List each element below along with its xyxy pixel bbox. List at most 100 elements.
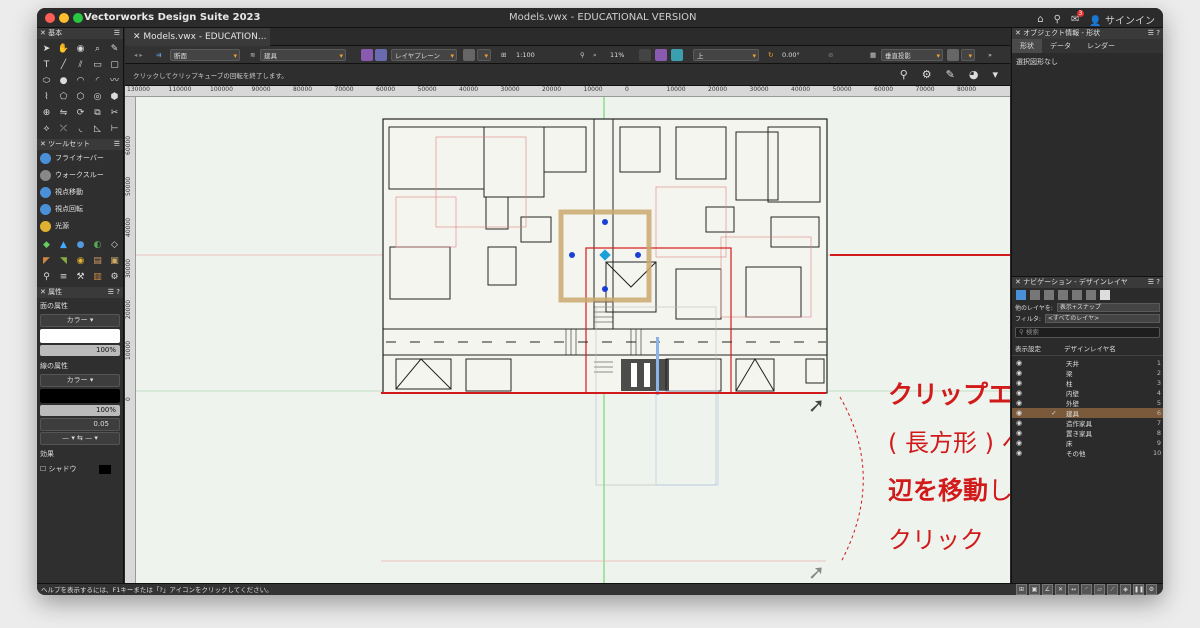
rotate-tool-icon[interactable]: ⟳ bbox=[73, 106, 88, 120]
clip-tool-icon[interactable]: ✂ bbox=[107, 106, 122, 120]
site-planning-icon[interactable]: ◥ bbox=[56, 254, 71, 268]
water-icon[interactable]: ▲ bbox=[56, 238, 71, 252]
render-mode-dropdown[interactable] bbox=[961, 49, 975, 62]
working-plane-icon[interactable] bbox=[463, 49, 475, 61]
zoom-tool-icon[interactable]: ⚲ bbox=[900, 68, 908, 81]
snap-pause-icon[interactable]: ❚❚ bbox=[1133, 584, 1144, 595]
drawing-canvas[interactable]: ➚ ➚ クリップエリア ( 長方形 ) へ 辺を移動して クリック bbox=[136, 97, 1010, 583]
nav-references-icon[interactable] bbox=[1072, 290, 1082, 300]
freehand-tool-icon[interactable]: 〰 bbox=[107, 74, 122, 88]
projection-dropdown[interactable]: 垂直投影 bbox=[881, 49, 943, 62]
snap-grid-icon[interactable]: ⊞ bbox=[1016, 584, 1027, 595]
visualization-icon[interactable]: ◐ bbox=[90, 238, 105, 252]
trim-tool-icon[interactable]: ⊢ bbox=[107, 122, 122, 136]
layer-row[interactable]: ◉ 外壁 5 bbox=[1012, 398, 1163, 408]
oval-tool-icon[interactable]: ⬭ bbox=[39, 74, 54, 88]
other-layers-dropdown[interactable]: 表示+スナップ bbox=[1056, 303, 1160, 312]
pan-tool-icon[interactable]: ✋ bbox=[56, 42, 71, 56]
shadow-color-swatch[interactable] bbox=[98, 464, 111, 474]
rectangle-tool-icon[interactable]: ▭ bbox=[90, 58, 105, 72]
nav-classes-icon[interactable] bbox=[1030, 290, 1040, 300]
line-weight-dropdown[interactable]: 0.05 bbox=[40, 418, 120, 431]
shadow-row[interactable]: ☐ シャドウ bbox=[37, 461, 123, 476]
pencil-icon[interactable]: ✎ bbox=[946, 68, 955, 81]
snap-angle-icon[interactable]: ∠ bbox=[1042, 584, 1053, 595]
document-tab[interactable]: ✕ Models.vwx - EDUCATION... bbox=[125, 28, 270, 46]
snap-intersection-icon[interactable]: ✕ bbox=[1055, 584, 1066, 595]
regular-polygon-tool-icon[interactable]: ⬢ bbox=[107, 90, 122, 104]
class-dropdown[interactable]: 建具 bbox=[260, 49, 346, 62]
cabinet-icon[interactable]: ▥ bbox=[90, 270, 105, 284]
more-options-icon[interactable]: » bbox=[985, 49, 992, 61]
polygon-tool-icon[interactable]: ⬠ bbox=[56, 90, 71, 104]
layer-row[interactable]: ◉ 天井 1 bbox=[1012, 358, 1163, 368]
line-tool-icon[interactable]: ╱ bbox=[56, 58, 71, 72]
fill-color-swatch[interactable] bbox=[40, 329, 120, 343]
search-icon[interactable]: ⚲ bbox=[1054, 14, 1061, 25]
double-line-tool-icon[interactable]: ⫽ bbox=[73, 58, 88, 72]
zoom-tool-icon[interactable]: ⌕ bbox=[90, 42, 105, 56]
building-shell-icon[interactable]: ◆ bbox=[39, 238, 54, 252]
fill-opacity-field[interactable]: 100% bbox=[40, 345, 120, 356]
landscape-icon[interactable]: ◉ bbox=[73, 254, 88, 268]
split-tool-icon[interactable]: ⤫ bbox=[56, 122, 71, 136]
layer-row[interactable]: ◉ 内壁 4 bbox=[1012, 388, 1163, 398]
layer-plane-dropdown[interactable]: レイヤプレーン bbox=[391, 49, 457, 62]
double-polygon-tool-icon[interactable]: ⬡ bbox=[73, 90, 88, 104]
line-color-swatch[interactable] bbox=[40, 389, 120, 403]
snap-settings-icon[interactable]: ⚙ bbox=[1146, 584, 1157, 595]
standard-view-dropdown[interactable]: 上 bbox=[693, 49, 759, 62]
layer-icon[interactable] bbox=[361, 49, 373, 61]
layer-row[interactable]: ◉ ✓ 建具 6 bbox=[1012, 408, 1163, 418]
col-layer-name[interactable]: デザインレイヤ名 bbox=[1056, 342, 1163, 355]
line-opacity-field[interactable]: 100% bbox=[40, 405, 120, 416]
layer-row[interactable]: ◉ 床 9 bbox=[1012, 438, 1163, 448]
fit-to-window-icon[interactable] bbox=[655, 49, 667, 61]
eyedropper-tool-icon[interactable]: ✎ bbox=[107, 42, 122, 56]
zoom-dropdown-icon[interactable] bbox=[639, 49, 651, 61]
eye-icon[interactable]: ◉ bbox=[1012, 439, 1026, 447]
palette-menu-icon[interactable]: ☰ ? bbox=[1148, 28, 1160, 39]
eye-icon[interactable]: ◉ bbox=[1012, 369, 1026, 377]
home-icon[interactable]: ⌂ bbox=[1037, 14, 1043, 25]
machine-icon[interactable]: ▣ bbox=[107, 254, 122, 268]
snap-working-plane-icon[interactable]: ▱ bbox=[1094, 584, 1105, 595]
filter-dropdown[interactable]: <すべてのレイヤ> bbox=[1044, 314, 1160, 323]
toolset-item-rotate-view[interactable]: 視点回転 bbox=[37, 201, 123, 218]
eye-icon[interactable]: ◉ bbox=[1012, 429, 1026, 437]
tab-shape[interactable]: 形状 bbox=[1012, 39, 1042, 53]
close-window-button[interactable] bbox=[45, 13, 55, 23]
snap-loci-icon[interactable]: ◈ bbox=[1120, 584, 1131, 595]
sphere-icon[interactable]: ● bbox=[73, 238, 88, 252]
line-type-dropdown[interactable]: カラー ▾ bbox=[40, 374, 120, 387]
nav-sheets-icon[interactable] bbox=[1044, 290, 1054, 300]
quarter-arc-tool-icon[interactable]: ◜ bbox=[90, 74, 105, 88]
back-icon[interactable]: ◂ ▸ bbox=[131, 49, 143, 61]
layer-row[interactable]: ◉ 造作家具 7 bbox=[1012, 418, 1163, 428]
fillet-tool-icon[interactable]: ◟ bbox=[73, 122, 88, 136]
working-plane-dropdown[interactable] bbox=[477, 49, 491, 62]
offset-tool-icon[interactable]: ⧉ bbox=[90, 106, 105, 120]
chevron-down-icon[interactable]: ▾ bbox=[992, 68, 998, 81]
surface-icon[interactable]: ◇ bbox=[107, 238, 122, 252]
chamfer-tool-icon[interactable]: ◺ bbox=[90, 122, 105, 136]
mirror-tool-icon[interactable]: ⇋ bbox=[56, 106, 71, 120]
col-visibility[interactable]: 表示設定 bbox=[1012, 342, 1056, 355]
snap-edge-icon[interactable]: ⟋ bbox=[1107, 584, 1118, 595]
layer-row[interactable]: ◉ 梁 2 bbox=[1012, 368, 1163, 378]
snap-distance-icon[interactable]: ↔ bbox=[1068, 584, 1079, 595]
scale-value[interactable]: 1:100 bbox=[513, 49, 553, 61]
angle-value[interactable]: 0.00° bbox=[779, 49, 819, 61]
tab-render[interactable]: レンダー bbox=[1079, 39, 1123, 53]
view-cube-icon[interactable] bbox=[671, 49, 683, 61]
reshape-tool-icon[interactable]: ⟡ bbox=[39, 122, 54, 136]
palette-menu-icon[interactable]: ☰ bbox=[114, 139, 120, 150]
toolset-item-flyover[interactable]: フライオーバー bbox=[37, 150, 123, 167]
polyline-tool-icon[interactable]: ⌇ bbox=[39, 90, 54, 104]
render-mode-icon[interactable] bbox=[947, 49, 959, 61]
palette-menu-icon[interactable]: ☰ bbox=[114, 28, 120, 39]
rounded-rect-tool-icon[interactable]: ▢ bbox=[107, 58, 122, 72]
tab-data[interactable]: データ bbox=[1042, 39, 1079, 53]
layer-search-field[interactable]: ⚲ 検索 bbox=[1015, 327, 1160, 338]
attribute-mapping-tool-icon[interactable]: ⊕ bbox=[39, 106, 54, 120]
